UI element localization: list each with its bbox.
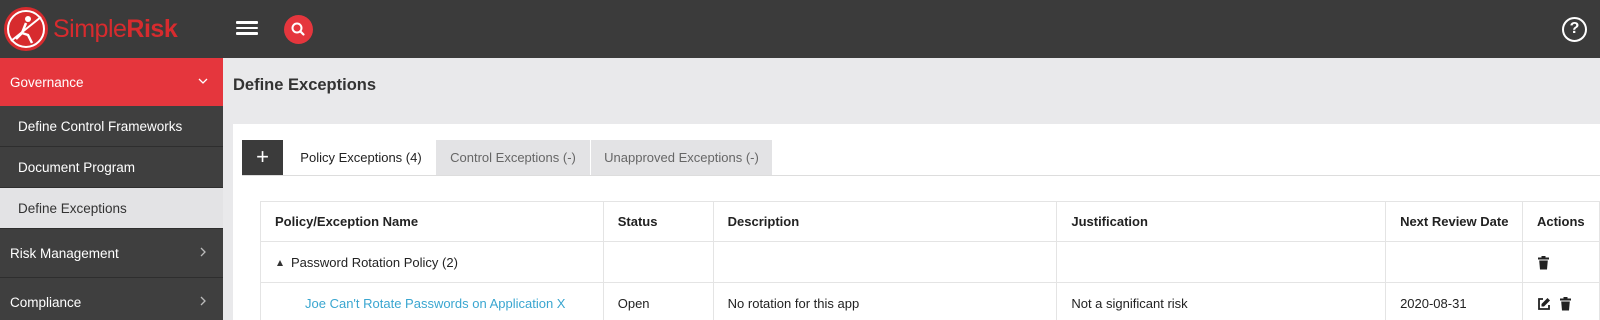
group-cell[interactable]: Password Rotation Policy (2): [260, 241, 604, 283]
table-row: Joe Can't Rotate Passwords on Applicatio…: [260, 282, 1600, 320]
delete-icon[interactable]: [1537, 255, 1550, 270]
sidebar-section-label: Risk Management: [10, 245, 119, 261]
sidebar-section-governance[interactable]: Governance: [0, 58, 223, 106]
next-review-cell: [1385, 241, 1523, 283]
help-icon[interactable]: ?: [1562, 17, 1587, 42]
tab-control-exceptions[interactable]: Control Exceptions (-): [436, 140, 590, 175]
status-cell: [602, 241, 714, 283]
actions-cell: [1521, 282, 1600, 320]
search-button[interactable]: [284, 15, 313, 44]
justification-cell: [1056, 241, 1387, 283]
description-cell: No rotation for this app: [712, 282, 1058, 320]
tab-divider: [242, 175, 1600, 176]
chevron-right-icon: [200, 247, 206, 257]
group-name: Password Rotation Policy (2): [291, 254, 458, 270]
table-header-row: Policy/Exception Name Status Description…: [260, 201, 1600, 242]
edit-icon[interactable]: [1537, 297, 1551, 311]
sidebar-section-label: Compliance: [10, 294, 82, 310]
menu-icon[interactable]: [236, 18, 258, 40]
search-icon: [291, 22, 305, 36]
logo-icon: [4, 7, 48, 51]
actions-cell: [1521, 241, 1600, 283]
sidebar-item-define-control-frameworks[interactable]: Define Control Frameworks: [0, 106, 223, 147]
column-header-name[interactable]: Policy/Exception Name: [260, 201, 604, 242]
description-cell: [712, 241, 1058, 283]
logo-text-light: Simple: [53, 14, 127, 43]
column-header-justification[interactable]: Justification: [1056, 201, 1387, 242]
exception-name-cell: Joe Can't Rotate Passwords on Applicatio…: [260, 282, 604, 320]
column-header-description[interactable]: Description: [712, 201, 1058, 242]
add-exception-button[interactable]: +: [242, 140, 283, 175]
table-row: Password Rotation Policy (2): [260, 241, 1600, 283]
tab-unapproved-exceptions[interactable]: Unapproved Exceptions (-): [591, 140, 772, 175]
sidebar: Governance Define Control Frameworks Doc…: [0, 58, 223, 320]
logo[interactable]: SimpleRisk: [4, 6, 178, 52]
justification-cell: Not a significant risk: [1056, 282, 1387, 320]
exception-link[interactable]: Joe Can't Rotate Passwords on Applicatio…: [305, 296, 565, 311]
sidebar-section-label: Governance: [10, 74, 84, 90]
column-header-next-review-date[interactable]: Next Review Date: [1385, 201, 1523, 242]
sidebar-item-label: Define Control Frameworks: [18, 118, 183, 134]
column-header-actions: Actions: [1521, 201, 1600, 242]
collapse-triangle-icon[interactable]: [277, 259, 283, 266]
sidebar-item-label: Define Exceptions: [18, 200, 127, 216]
sidebar-section-compliance[interactable]: Compliance: [0, 278, 223, 320]
sidebar-item-document-program[interactable]: Document Program: [0, 147, 223, 188]
status-cell: Open: [602, 282, 714, 320]
logo-text: SimpleRisk: [53, 14, 178, 44]
logo-text-bold: Risk: [126, 14, 178, 43]
page-title: Define Exceptions: [233, 76, 377, 94]
sidebar-item-define-exceptions[interactable]: Define Exceptions: [0, 188, 223, 229]
sidebar-section-risk-management[interactable]: Risk Management: [0, 229, 223, 277]
next-review-cell: 2020-08-31: [1385, 282, 1523, 320]
sidebar-item-label: Document Program: [18, 159, 136, 175]
delete-icon[interactable]: [1559, 296, 1572, 311]
column-header-status[interactable]: Status: [602, 201, 714, 242]
chevron-right-icon: [200, 296, 206, 306]
chevron-down-icon: [198, 78, 208, 84]
exceptions-table: Policy/Exception Name Status Description…: [260, 201, 1600, 320]
tab-policy-exceptions[interactable]: Policy Exceptions (4): [287, 140, 435, 175]
top-navbar: SimpleRisk ?: [0, 0, 1600, 58]
